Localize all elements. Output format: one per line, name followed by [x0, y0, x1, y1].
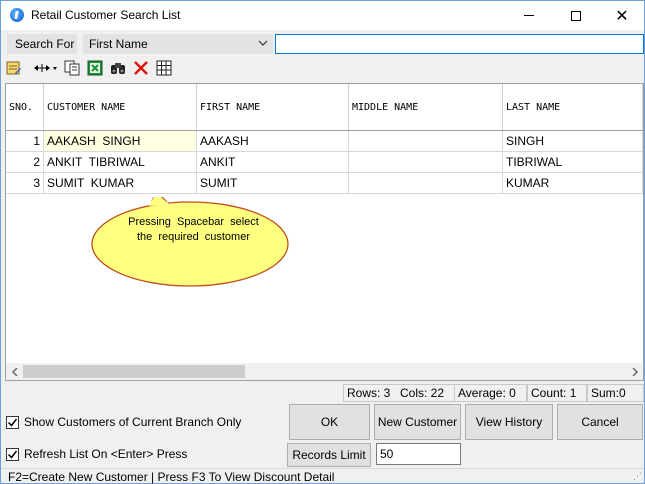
status-count: Count: 1 [527, 384, 587, 402]
scroll-left-arrow[interactable] [6, 363, 23, 380]
search-field-value: First Name [89, 37, 148, 51]
delete-button[interactable] [132, 58, 150, 78]
ok-button[interactable]: OK [289, 404, 370, 440]
chevron-right-icon [632, 367, 638, 376]
customer-search-window: Retail Customer Search List ✕ Search For… [0, 0, 645, 484]
records-limit-label: Records Limit [287, 443, 371, 467]
title-bar: Retail Customer Search List ✕ [1, 1, 644, 30]
grid-view-button[interactable] [155, 58, 173, 78]
view-history-button[interactable]: View History [465, 404, 553, 440]
close-icon: ✕ [615, 7, 629, 25]
table-row[interactable]: 1 AAKASH SINGH AAKASH SINGH [6, 131, 643, 152]
cell-customer-name[interactable]: ANKIT TIBRIWAL [44, 152, 197, 172]
export-excel-button[interactable] [86, 58, 104, 78]
cell-sno[interactable]: 2 [6, 152, 44, 172]
new-customer-button[interactable]: New Customer [374, 404, 461, 440]
status-average: Average: 0 [454, 384, 527, 402]
scroll-right-arrow[interactable] [626, 363, 643, 380]
column-header-middle-name[interactable]: MIDDLE NAME [349, 84, 503, 130]
cell-first-name[interactable]: AAKASH [197, 131, 349, 151]
delete-icon [134, 61, 148, 75]
copy-button[interactable] [63, 58, 81, 78]
footer-hint: F2=Create New Customer | Press F3 To Vie… [1, 468, 644, 484]
records-limit-input[interactable] [376, 443, 461, 465]
grid-header: SNO. CUSTOMER NAME FIRST NAME MIDDLE NAM… [6, 84, 643, 131]
copy-icon [64, 60, 80, 76]
excel-icon [87, 60, 103, 76]
scrollbar-thumb[interactable] [23, 365, 245, 378]
refresh-on-enter-label[interactable]: Refresh List On <Enter> Press [24, 447, 187, 461]
cell-middle-name[interactable] [349, 131, 503, 151]
horizontal-scrollbar[interactable] [6, 363, 643, 380]
callout-line-2: the required customer [137, 231, 250, 243]
column-width-button[interactable] [33, 58, 59, 78]
checkmark-icon [7, 418, 18, 427]
app-icon [10, 8, 24, 22]
show-branch-label[interactable]: Show Customers of Current Branch Only [24, 415, 241, 429]
cell-customer-name[interactable]: AAKASH SINGH [44, 131, 197, 151]
column-header-customer-name[interactable]: CUSTOMER NAME [44, 84, 197, 130]
cell-last-name[interactable]: KUMAR [503, 173, 643, 193]
resize-grip-icon[interactable]: ⋰ [633, 471, 642, 482]
find-button[interactable] [109, 58, 127, 78]
cell-middle-name[interactable] [349, 173, 503, 193]
cell-customer-name[interactable]: SUMIT KUMAR [44, 173, 197, 193]
search-field-dropdown[interactable]: First Name [83, 34, 273, 54]
cancel-button[interactable]: Cancel [557, 404, 643, 440]
column-header-sno[interactable]: SNO. [6, 84, 44, 130]
status-sum: Sum:0 [587, 384, 644, 402]
table-row[interactable]: 3 SUMIT KUMAR SUMIT KUMAR [6, 173, 643, 194]
callout-text: Pressing Spacebar select the required cu… [126, 215, 261, 245]
maximize-icon [571, 10, 581, 21]
minimize-icon [524, 15, 534, 16]
cell-sno[interactable]: 1 [6, 131, 44, 151]
chevron-down-icon [258, 38, 268, 51]
cell-last-name[interactable]: TIBRIWAL [503, 152, 643, 172]
refresh-on-enter-checkbox[interactable] [6, 448, 19, 461]
window-title: Retail Customer Search List [31, 8, 181, 22]
cell-sno[interactable]: 3 [6, 173, 44, 193]
callout-line-1: Pressing Spacebar select [128, 216, 259, 228]
binoculars-icon [111, 63, 125, 74]
footer-hint-text: F2=Create New Customer | Press F3 To Vie… [8, 469, 335, 484]
chevron-left-icon [11, 367, 17, 376]
edit-list-icon [6, 61, 21, 75]
status-cols: Cols: 22 [397, 384, 456, 402]
close-button[interactable]: ✕ [599, 1, 645, 30]
search-for-label: Search For [7, 34, 77, 54]
search-input[interactable] [275, 34, 644, 54]
column-width-icon [34, 64, 57, 72]
column-header-first-name[interactable]: FIRST NAME [197, 84, 349, 130]
cell-first-name[interactable]: SUMIT [197, 173, 349, 193]
column-header-last-name[interactable]: LAST NAME [503, 84, 643, 130]
toolbar [1, 56, 644, 80]
show-branch-checkbox[interactable] [6, 416, 19, 429]
cell-middle-name[interactable] [349, 152, 503, 172]
cell-last-name[interactable]: SINGH [503, 131, 643, 151]
checkmark-icon [7, 450, 18, 459]
table-row[interactable]: 2 ANKIT TIBRIWAL ANKIT TIBRIWAL [6, 152, 643, 173]
cell-first-name[interactable]: ANKIT [197, 152, 349, 172]
maximize-button[interactable] [553, 1, 599, 30]
minimize-button[interactable] [506, 1, 552, 30]
grid-icon [156, 60, 172, 76]
search-row: Search For First Name [1, 33, 644, 55]
edit-list-button[interactable] [5, 58, 23, 78]
